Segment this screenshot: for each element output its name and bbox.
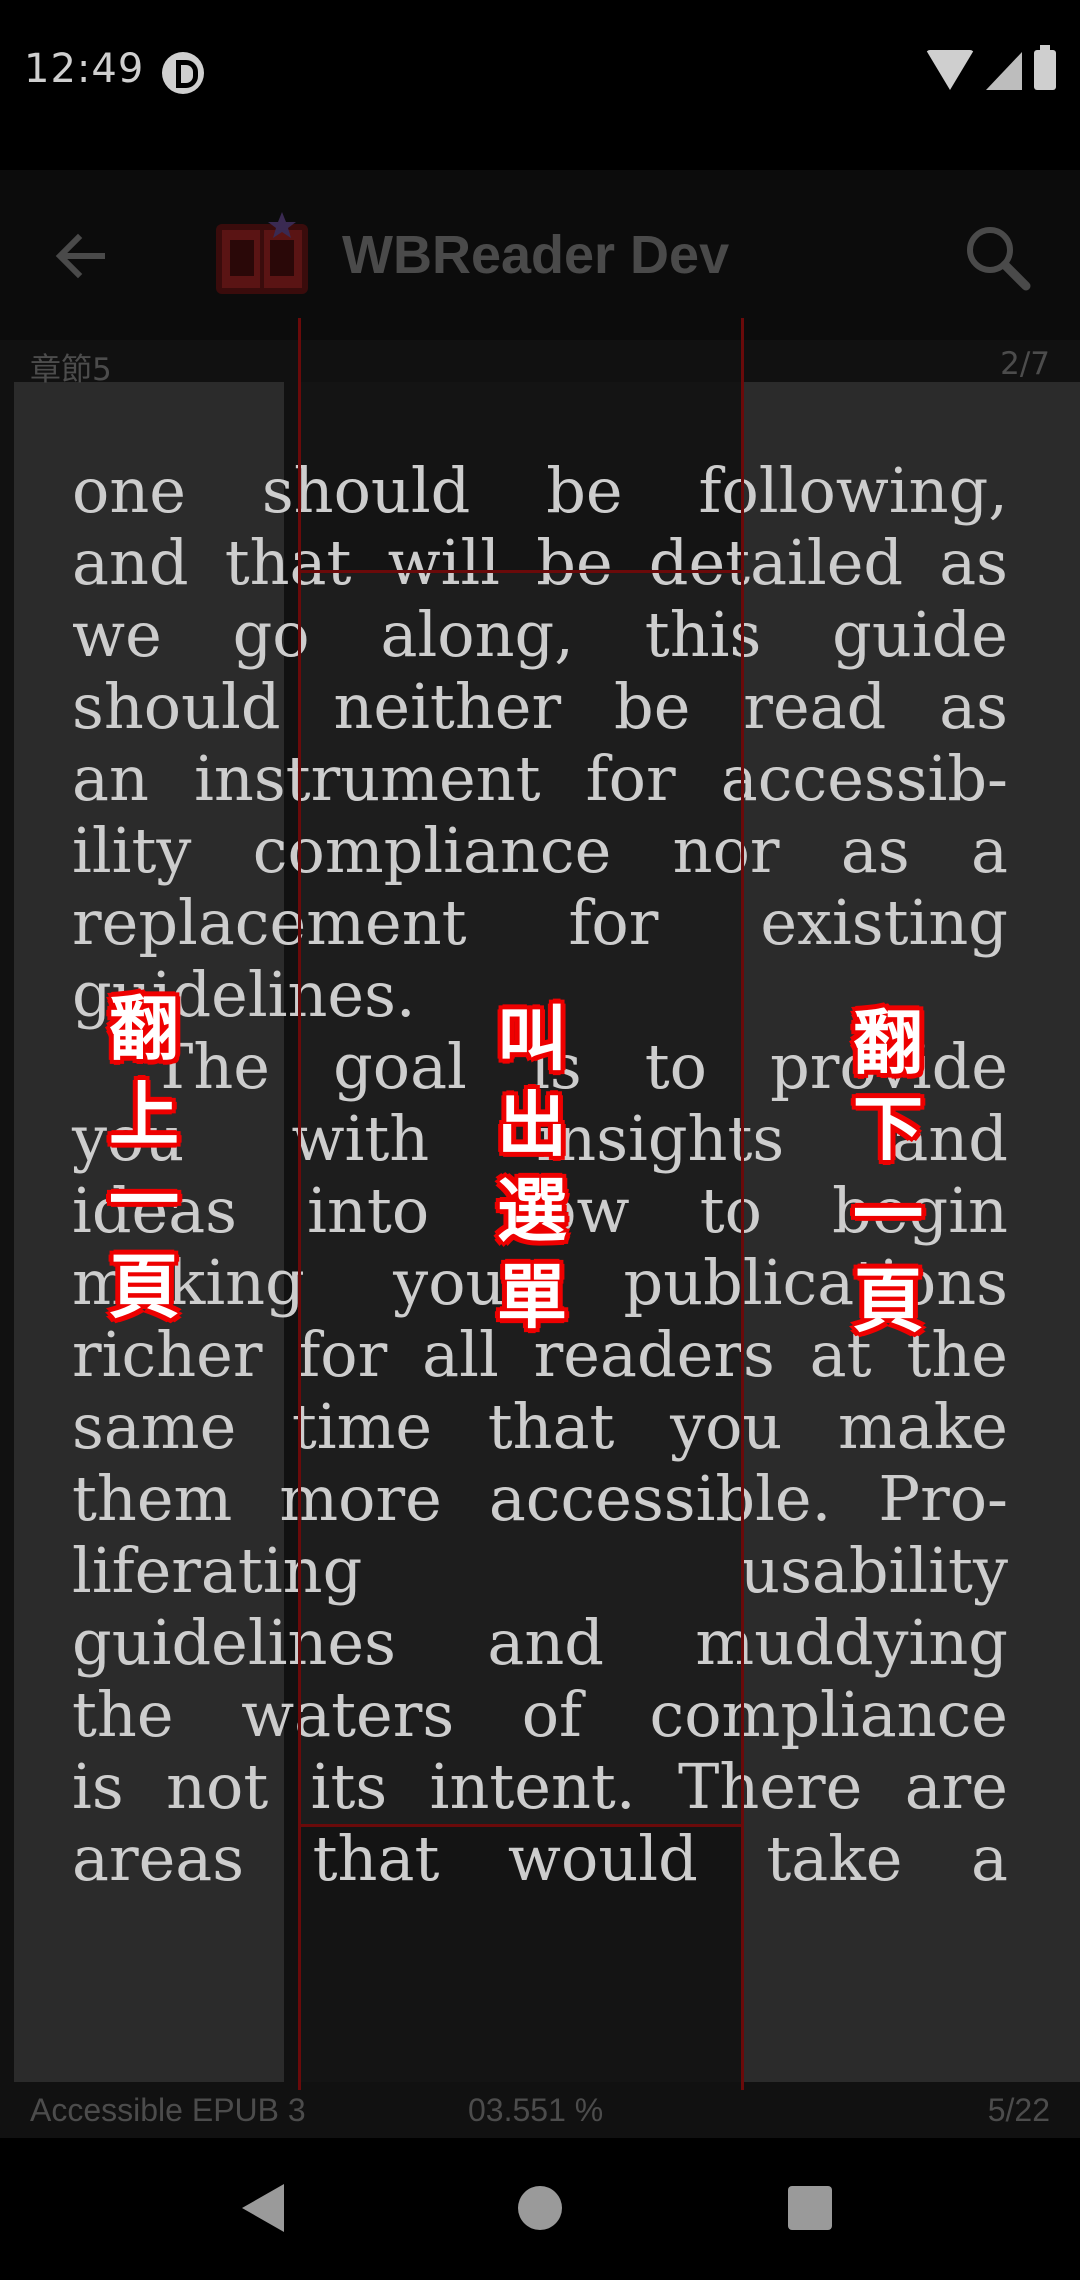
status-time: 12:49 <box>24 46 145 92</box>
open-menu-hint: 叫出選單 <box>497 998 567 1338</box>
nav-home-icon[interactable] <box>518 2186 562 2230</box>
zone-divider-top <box>298 570 744 573</box>
reading-progress: 03.551 % <box>468 2092 604 2128</box>
text-line: and that will be detailed as <box>72 526 1008 599</box>
google-notification-icon <box>162 52 204 94</box>
text-line: guidelines and muddying <box>72 1606 1008 1679</box>
chapter-title: 章節5 <box>30 352 112 388</box>
text-line: is not its intent. There are <box>72 1750 1008 1823</box>
status-icons <box>926 45 1056 90</box>
text-line: we go along, this guide <box>72 598 1008 671</box>
text-line: replacement for existing <box>72 886 1008 959</box>
text-line: should neither be read as <box>72 670 1008 743</box>
book-title: Accessible EPUB 3 <box>30 2092 306 2128</box>
chapter-page-count: 2/7 <box>1000 346 1050 382</box>
nav-back-icon[interactable] <box>242 2184 284 2232</box>
text-line: the waters of compliance <box>72 1678 1008 1751</box>
text-line: areas that would take a <box>72 1822 1008 1895</box>
wifi-icon <box>926 50 974 90</box>
next-page-hint: 翻下一頁 <box>853 1002 923 1342</box>
text-line: same time that you make <box>72 1390 1008 1463</box>
app-logo-icon <box>216 212 308 294</box>
prev-page-hint: 翻上一頁 <box>109 988 179 1328</box>
text-line: an instrument for accessib- <box>72 742 1008 815</box>
book-page-count: 5/22 <box>987 2092 1050 2128</box>
search-icon[interactable] <box>962 222 1032 292</box>
text-line: one should be following, <box>72 454 1008 527</box>
text-line: liferating usability <box>72 1534 1008 1607</box>
status-bar <box>0 0 1080 170</box>
cell-signal-icon <box>986 52 1022 90</box>
text-line: ility compliance nor as a <box>72 814 1008 887</box>
zone-divider-bottom <box>298 1824 744 1827</box>
arrow-left-icon[interactable] <box>52 228 108 284</box>
nav-recents-icon[interactable] <box>788 2186 832 2230</box>
text-line: them more accessible. Pro- <box>72 1462 1008 1535</box>
app-title: WBReader Dev <box>342 225 730 285</box>
battery-icon <box>1034 45 1056 90</box>
